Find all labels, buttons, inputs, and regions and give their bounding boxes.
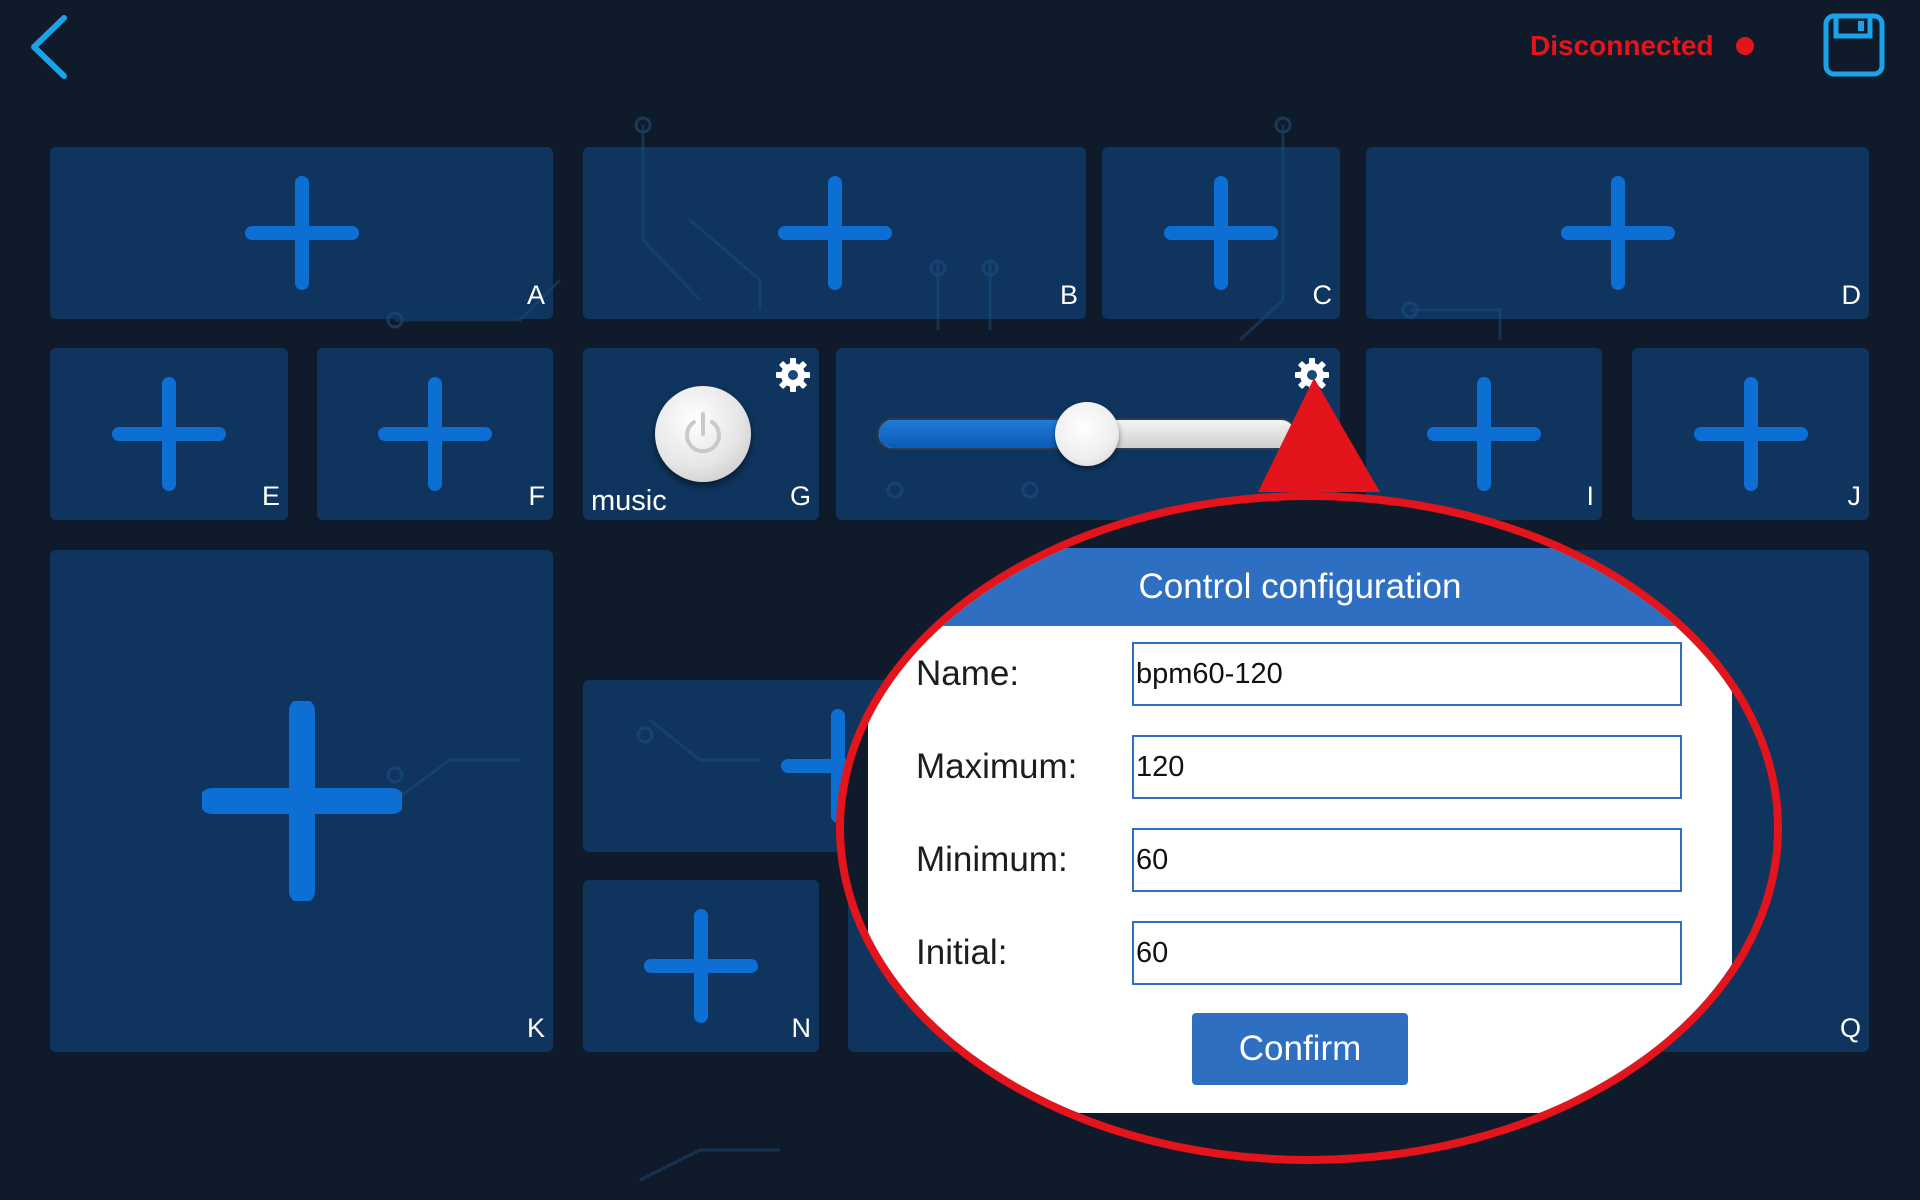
plus-icon (112, 377, 226, 491)
plus-icon (644, 909, 758, 1023)
plus-icon (777, 176, 892, 290)
confirm-button[interactable]: Confirm (1192, 1013, 1408, 1085)
gear-icon[interactable] (1294, 357, 1330, 393)
tile-letter: J (1847, 481, 1862, 511)
maximum-row: Maximum: (868, 735, 1732, 799)
tile-letter: N (791, 1013, 812, 1043)
tile-letter: K (526, 1013, 545, 1043)
initial-label: Initial: (916, 933, 1008, 972)
name-input[interactable] (1132, 642, 1682, 706)
tile-f[interactable]: F (317, 348, 553, 520)
back-button[interactable] (26, 12, 76, 82)
name-row: Name: (868, 642, 1732, 706)
minimum-input[interactable] (1132, 828, 1682, 892)
tile-letter: C (1312, 280, 1333, 310)
plus-icon (1164, 176, 1278, 290)
plus-icon (1693, 377, 1808, 491)
tile-letter: A (526, 280, 545, 310)
power-icon (685, 412, 721, 454)
save-button[interactable] (1822, 12, 1886, 78)
tile-letter: D (1841, 280, 1862, 310)
tile-c[interactable]: C (1102, 147, 1340, 319)
plus-icon (1427, 377, 1541, 491)
tile-letter: E (261, 481, 280, 511)
tile-b[interactable]: B (583, 147, 1086, 319)
tile-k[interactable]: K (50, 550, 553, 1052)
slider-handle[interactable] (1055, 402, 1119, 466)
tile-n[interactable]: N (583, 880, 819, 1052)
name-label: Name: (916, 654, 1020, 693)
dialog-title: Control configuration (868, 548, 1732, 626)
tile-a[interactable]: A (50, 147, 553, 319)
tile-letter: B (1059, 280, 1078, 310)
tile-letter: Q (1839, 1013, 1861, 1043)
zoom-callout: Control configuration Name: Maximum: Min… (836, 492, 1782, 1164)
tile-letter: F (528, 481, 546, 511)
plus-icon (201, 701, 402, 901)
tile-letter: G (789, 481, 811, 511)
initial-input[interactable] (1132, 921, 1682, 985)
gear-icon[interactable] (775, 357, 811, 393)
plus-icon (244, 176, 359, 290)
chevron-left-icon (31, 15, 67, 79)
tile-e[interactable]: E (50, 348, 288, 520)
minimum-label: Minimum: (916, 840, 1068, 879)
music-power-button[interactable] (655, 386, 751, 482)
connection-status-text: Disconnected (1530, 30, 1714, 61)
status-dot-icon (1735, 37, 1754, 55)
tile-j[interactable]: J (1632, 348, 1869, 520)
plus-icon (1560, 176, 1675, 290)
bpm-slider[interactable] (877, 402, 1297, 466)
plus-icon (378, 377, 492, 491)
control-configuration-dialog: Control configuration Name: Maximum: Min… (868, 548, 1732, 1113)
connection-status: Disconnected (1530, 26, 1754, 66)
tile-i[interactable]: I (1366, 348, 1602, 520)
control-name: music (591, 485, 667, 517)
floppy-disk-icon (1823, 13, 1885, 77)
maximum-label: Maximum: (916, 747, 1078, 786)
minimum-row: Minimum: (868, 828, 1732, 892)
initial-row: Initial: (868, 921, 1732, 985)
tile-d[interactable]: D (1366, 147, 1869, 319)
maximum-input[interactable] (1132, 735, 1682, 799)
